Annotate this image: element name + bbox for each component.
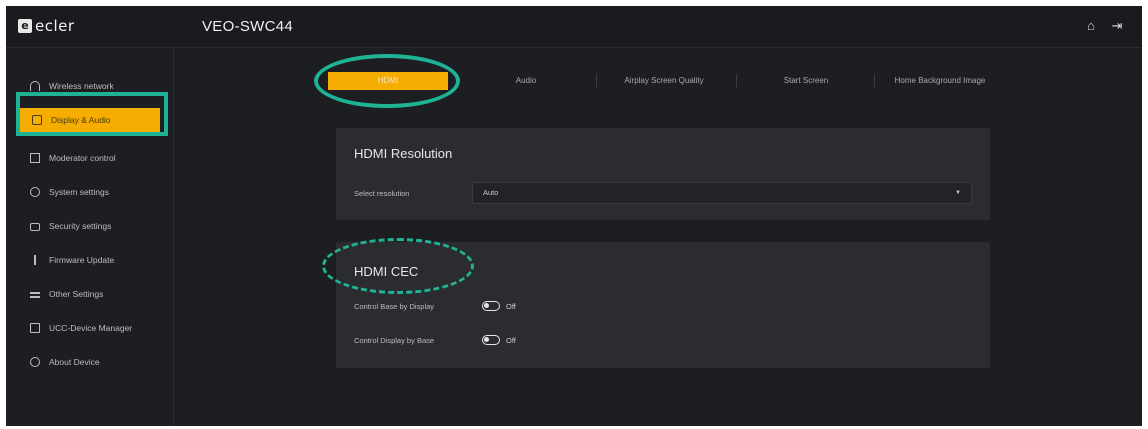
cec-row-label: Control Base by Display xyxy=(354,302,435,311)
tab-divider xyxy=(596,74,597,88)
tab-divider xyxy=(874,74,875,88)
app-window: e ecler VEO-SWC44 ⌂ ⇥ Wireless network D… xyxy=(6,6,1142,426)
tab-start-screen[interactable]: Start Screen xyxy=(746,72,866,90)
resolution-select[interactable]: Auto ▼ xyxy=(472,182,972,204)
tab-audio[interactable]: Audio xyxy=(476,72,576,90)
sidebar-item-label: Wireless network xyxy=(49,81,114,91)
sidebar-item-other-settings[interactable]: Other Settings xyxy=(16,282,166,306)
control-display-by-base-toggle[interactable] xyxy=(482,335,500,345)
hdmi-resolution-title: HDMI Resolution xyxy=(354,146,453,161)
device-icon xyxy=(30,323,40,333)
tab-bar: HDMI Audio Airplay Screen Quality Start … xyxy=(176,48,1142,108)
home-icon[interactable]: ⌂ xyxy=(1084,18,1098,34)
sidebar-item-moderator-control[interactable]: Moderator control xyxy=(16,146,166,170)
sidebar-item-about-device[interactable]: About Device xyxy=(16,350,166,374)
sidebar-item-label: UCC-Device Manager xyxy=(49,323,133,333)
sliders-icon xyxy=(30,289,40,299)
logo-mark-icon: e xyxy=(18,19,32,33)
sidebar-item-system-settings[interactable]: System settings xyxy=(16,180,166,204)
upload-icon xyxy=(30,255,40,265)
wifi-icon xyxy=(30,81,40,91)
chevron-down-icon: ▼ xyxy=(955,190,961,196)
sidebar-item-label: Security settings xyxy=(49,221,112,231)
sidebar-item-ucc-device-manager[interactable]: UCC-Device Manager xyxy=(16,316,166,340)
select-resolution-label: Select resolution xyxy=(354,189,410,198)
tab-home-background-image[interactable]: Home Background Image xyxy=(880,72,1000,90)
logo-text: ecler xyxy=(35,17,75,35)
toggle-state: Off xyxy=(506,336,516,345)
lock-icon xyxy=(30,223,40,231)
toggle-state: Off xyxy=(506,302,516,311)
sidebar-item-label: System settings xyxy=(49,187,109,197)
sidebar-item-label: About Device xyxy=(49,357,100,367)
sidebar-item-label: Firmware Update xyxy=(49,255,115,265)
tab-airplay-screen-quality[interactable]: Airplay Screen Quality xyxy=(602,72,726,90)
resolution-select-value: Auto xyxy=(483,188,499,197)
sidebar-item-firmware-update[interactable]: Firmware Update xyxy=(16,248,166,272)
device-name: VEO-SWC44 xyxy=(202,18,294,35)
sidebar-item-label: Moderator control xyxy=(49,153,116,163)
gear-icon xyxy=(30,187,40,197)
sidebar-item-security-settings[interactable]: Security settings xyxy=(16,214,166,238)
sidebar-item-label: Other Settings xyxy=(49,289,104,299)
top-icons: ⌂ ⇥ xyxy=(1084,18,1124,34)
sidebar-highlight-annotation xyxy=(16,92,168,136)
control-base-by-display-toggle[interactable] xyxy=(482,301,500,311)
square-icon xyxy=(30,153,40,163)
tab-divider xyxy=(736,74,737,88)
cec-row-label: Control Display by Base xyxy=(354,336,435,345)
cec-highlight-annotation xyxy=(322,238,474,294)
top-bar: e ecler VEO-SWC44 ⌂ ⇥ xyxy=(6,6,1142,48)
ecler-logo: e ecler xyxy=(18,16,75,36)
logout-icon[interactable]: ⇥ xyxy=(1110,18,1124,34)
tab-highlight-annotation xyxy=(314,54,460,108)
hdmi-resolution-panel: HDMI Resolution Select resolution Auto ▼ xyxy=(336,128,990,220)
info-icon xyxy=(30,357,40,367)
